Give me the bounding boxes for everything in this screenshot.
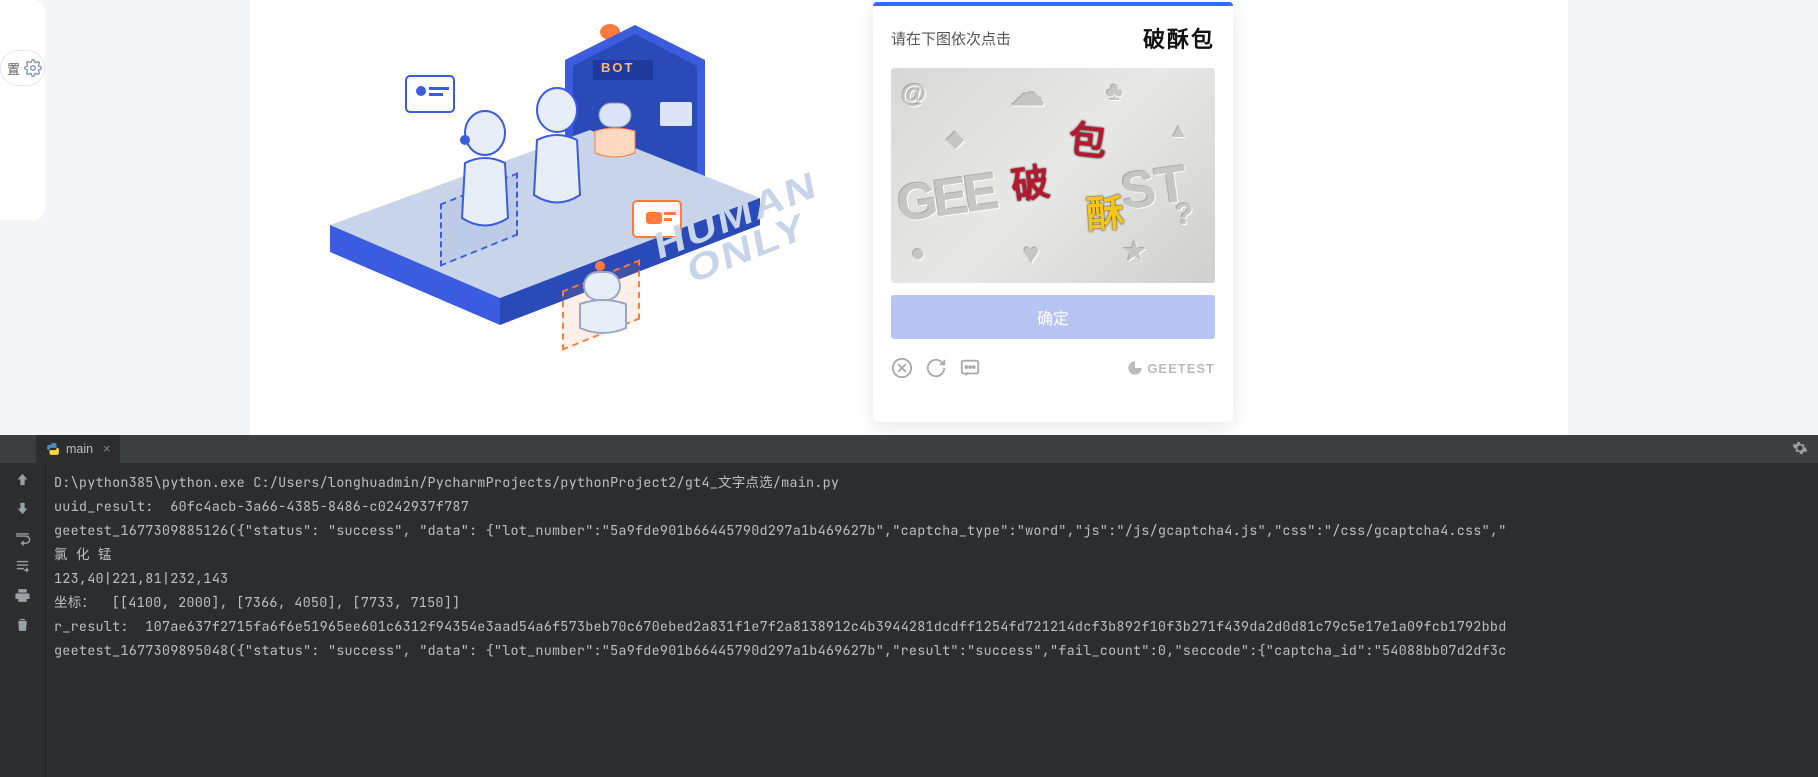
demo-canvas: BOT	[250, 0, 1568, 435]
settings-label: 置	[7, 59, 20, 78]
human-figure-2	[522, 85, 592, 215]
tab-main[interactable]: main ×	[36, 435, 120, 463]
captcha-char[interactable]: 破	[1007, 151, 1052, 211]
captcha-char[interactable]: 酥	[1084, 182, 1126, 240]
rerun-down-icon[interactable]	[14, 500, 31, 517]
browser-demo-area: 置 BOT	[0, 0, 1818, 435]
captcha-target-chars: 破酥包	[1143, 22, 1215, 54]
close-icon[interactable]: ×	[103, 442, 110, 456]
scroll-to-end-icon[interactable]	[14, 558, 31, 575]
refresh-icon[interactable]	[925, 357, 947, 379]
console-output[interactable]: D:\python385\python.exe C:/Users/longhua…	[46, 463, 1818, 777]
gear-icon[interactable]	[1792, 440, 1808, 456]
close-icon[interactable]	[891, 357, 913, 379]
captcha-footer: GEETEST	[891, 357, 1215, 379]
print-icon[interactable]	[14, 587, 31, 604]
scanned-robot	[585, 95, 645, 165]
captcha-char[interactable]: 包	[1066, 108, 1110, 167]
gear-icon	[24, 59, 42, 77]
soft-wrap-icon[interactable]	[14, 529, 31, 546]
bot-label: BOT	[601, 60, 634, 75]
trash-icon[interactable]	[14, 616, 31, 633]
left-sidebar: 置	[0, 0, 45, 220]
ide-run-panel: un: main × D:\python385\python.exe C:/Us…	[0, 435, 1818, 777]
geetest-brand: GEETEST	[1127, 360, 1215, 376]
human-only-illustration: BOT	[300, 0, 820, 420]
captcha-widget: 请在下图依次点击 破酥包 @ ☁ ♣ GEE ST ◆ ▲ ● ♥ ★ ? 破包…	[873, 2, 1233, 422]
human-figure-1	[450, 108, 520, 238]
ide-gutter	[0, 463, 46, 777]
python-icon	[46, 442, 60, 456]
captcha-image[interactable]: @ ☁ ♣ GEE ST ◆ ▲ ● ♥ ★ ? 破包酥	[891, 68, 1215, 283]
confirm-button[interactable]: 确定	[891, 295, 1215, 339]
captcha-header: 请在下图依次点击 破酥包	[873, 6, 1233, 68]
captcha-instruction: 请在下图依次点击	[891, 28, 1011, 49]
settings-pill[interactable]: 置	[0, 50, 45, 86]
ide-tab-bar: un: main ×	[0, 435, 1818, 463]
robot-figure	[570, 258, 636, 338]
rerun-up-icon[interactable]	[14, 471, 31, 488]
geetest-logo-icon	[1127, 360, 1143, 376]
human-dot	[460, 135, 470, 145]
human-tag	[405, 75, 455, 113]
tab-label: main	[66, 442, 93, 456]
feedback-icon[interactable]	[959, 357, 981, 379]
